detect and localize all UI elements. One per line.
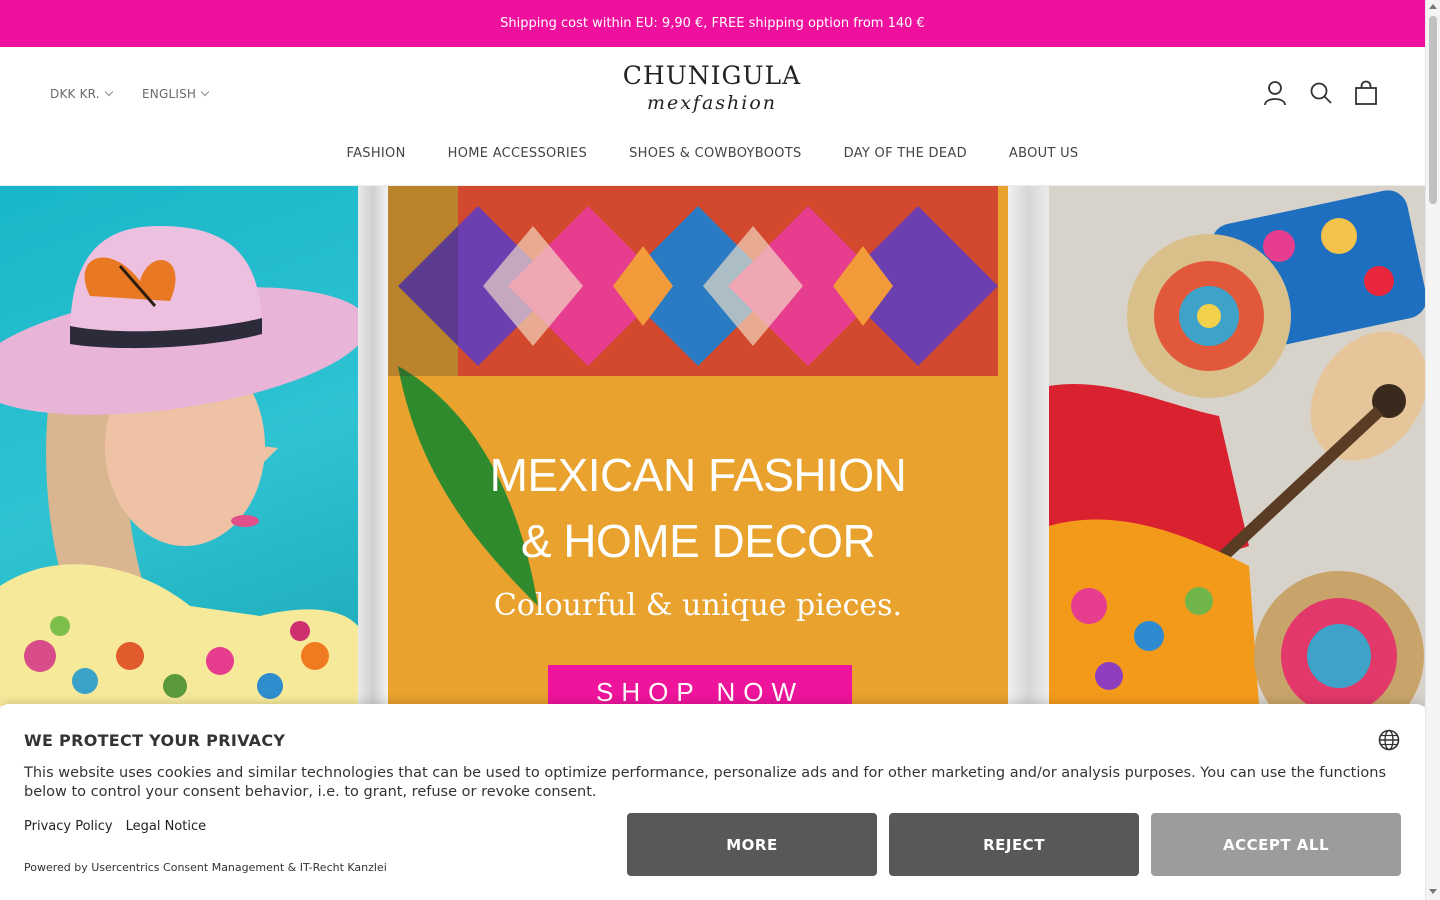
nav-item-day-of-the-dead[interactable]: DAY OF THE DEAD	[844, 146, 967, 161]
page-scrollbar[interactable]	[1425, 0, 1440, 900]
hero-title-line1: MEXICAN FASHION	[489, 449, 907, 501]
legal-notice-link[interactable]: Legal Notice	[126, 819, 207, 834]
consent-title: WE PROTECT YOUR PRIVACY	[24, 731, 286, 750]
accept-all-button[interactable]: ACCEPT ALL	[1151, 813, 1401, 876]
nav-item-about-us[interactable]: ABOUT US	[1009, 146, 1079, 161]
consent-links: Privacy Policy Legal Notice	[24, 819, 206, 834]
hero-title-line2: & HOME DECOR	[520, 515, 876, 567]
announcement-text: Shipping cost within EU: 9,90 €, FREE sh…	[500, 16, 925, 31]
language-label: ENGLISH	[142, 87, 197, 101]
account-icon[interactable]	[1262, 80, 1288, 106]
hero-image-embroidered-blouse	[388, 186, 1008, 706]
nav-item-home-accessories[interactable]: HOME ACCESSORIES	[448, 146, 587, 161]
nav-item-shoes[interactable]: SHOES & COWBOYBOOTS	[629, 146, 802, 161]
currency-selector[interactable]: DKK KR.	[50, 87, 114, 101]
privacy-policy-link[interactable]: Privacy Policy	[24, 819, 113, 834]
site-header: DKK KR. ENGLISH CHUNIGULA mexfashion FAS…	[0, 47, 1425, 186]
cart-icon[interactable]	[1353, 80, 1379, 106]
scroll-down-arrow-icon[interactable]	[1429, 889, 1437, 894]
chevron-down-icon	[104, 87, 114, 97]
hero-image-home-decor	[1049, 186, 1425, 706]
scrollbar-thumb[interactable]	[1429, 16, 1437, 204]
hero-subtitle: Colourful & unique pieces.	[493, 588, 903, 623]
consent-description: This website uses cookies and similar te…	[24, 765, 1387, 800]
site-logo[interactable]: CHUNIGULA mexfashion	[612, 61, 812, 115]
cookie-consent-banner: WE PROTECT YOUR PRIVACY This website use…	[0, 704, 1425, 900]
hero-banner[interactable]: MEXICAN FASHION & HOME DECOR Colourful &…	[0, 186, 1425, 706]
main-nav: FASHION HOME ACCESSORIES SHOES & COWBOYB…	[0, 146, 1425, 161]
hero-divider	[358, 186, 388, 706]
scroll-up-arrow-icon[interactable]	[1429, 4, 1437, 9]
search-icon[interactable]	[1308, 80, 1334, 106]
logo-wordmark: CHUNIGULA	[622, 61, 802, 90]
powered-by-text: Powered by Usercentrics Consent Manageme…	[24, 861, 387, 874]
hero-divider	[1008, 186, 1049, 706]
nav-item-fashion[interactable]: FASHION	[347, 146, 406, 161]
hero-image-woman-with-hat	[0, 186, 358, 706]
language-selector[interactable]: ENGLISH	[142, 87, 210, 101]
currency-label: DKK KR.	[50, 87, 100, 101]
announcement-bar: Shipping cost within EU: 9,90 €, FREE sh…	[0, 0, 1425, 47]
more-button[interactable]: MORE	[627, 813, 877, 876]
reject-button[interactable]: REJECT	[889, 813, 1139, 876]
logo-tagline: mexfashion	[646, 92, 778, 114]
language-globe-icon[interactable]	[1378, 729, 1400, 751]
shop-now-button[interactable]: SHOP NOW	[548, 665, 852, 706]
chevron-down-icon	[200, 87, 210, 97]
